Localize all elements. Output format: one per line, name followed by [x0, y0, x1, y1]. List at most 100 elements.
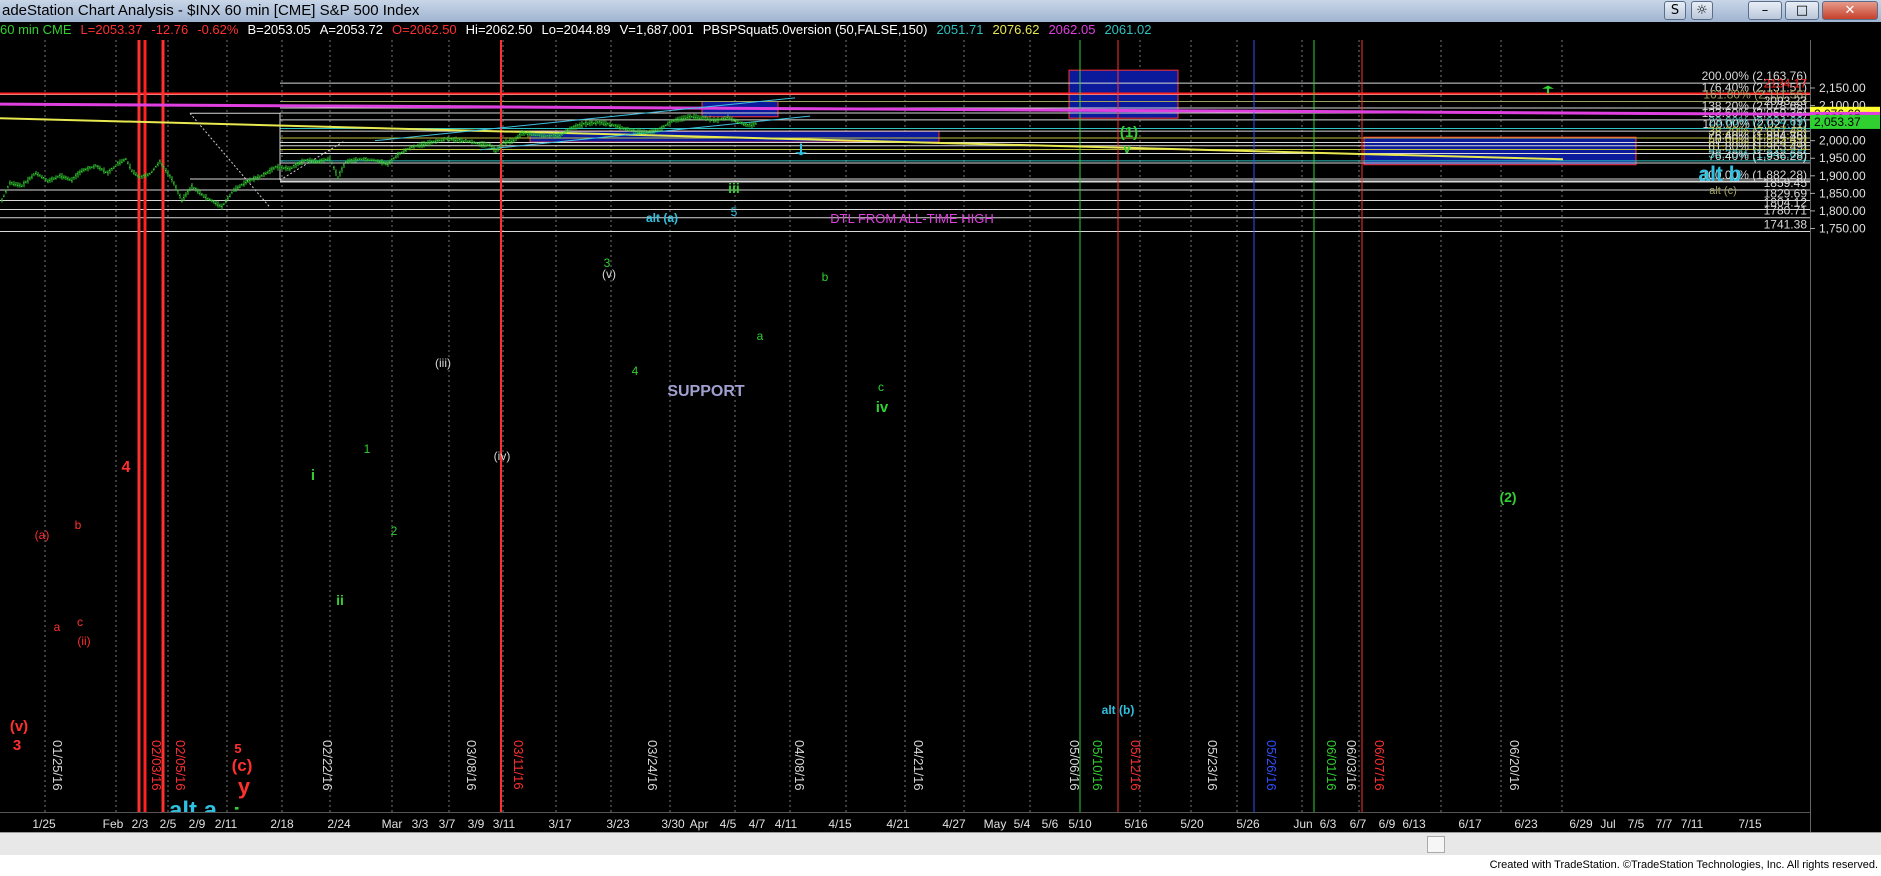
date-tick-label: 4/15	[828, 817, 852, 831]
alt-a-label: alt a	[169, 797, 218, 812]
price-tick-label: 1,800.00	[1819, 204, 1866, 218]
wave-labels: DTL FROM ALL-TIME HIGH SUPPORT alt (a) alt …	[10, 85, 1742, 812]
date-marker-label: 06/01/16	[1324, 740, 1339, 791]
price-chart[interactable]: 200.00% (2,163.76)176.40% (2,131.51)2134…	[0, 40, 1810, 812]
red-4-label: 4	[122, 459, 131, 476]
date-tick-label: 5/4	[1014, 817, 1031, 831]
up-arrow-head	[1542, 85, 1554, 89]
date-tick-label: Mar	[382, 817, 403, 831]
date-tick-label: 5/10	[1068, 817, 1092, 831]
wave-i-label: i	[311, 467, 315, 484]
date-tick-label: 3/17	[548, 817, 572, 831]
wave-c-label: c	[878, 380, 884, 394]
wave-1-label: (1)	[1120, 124, 1138, 141]
date-tick-label: 2/18	[270, 817, 294, 831]
info-change: -12.76	[151, 22, 189, 37]
price-axis-labels: 2,150.002,100.002,050.002,000.001,950.00…	[1810, 81, 1880, 235]
price-tick-label: 2,000.00	[1819, 134, 1866, 148]
date-tick-label: 2/5	[160, 817, 177, 831]
red-b-label: b	[75, 518, 82, 532]
date-tick-label: 3/9	[468, 817, 485, 831]
info-open: O=2062.50	[391, 22, 457, 37]
date-tick-label: 3/23	[606, 817, 630, 831]
date-marker-label: 03/24/16	[645, 740, 660, 791]
last-price-label: 2,053.37	[1814, 115, 1861, 129]
date-marker-label: 06/07/16	[1372, 740, 1387, 791]
wave-ii-label: ii	[336, 592, 344, 608]
wave-4-label: 4	[632, 364, 639, 378]
date-tick-label: 6/29	[1569, 817, 1593, 831]
alt-a-small-label: alt (a)	[646, 211, 678, 225]
date-marker-label: 04/08/16	[792, 740, 807, 791]
copyright-text: Created with TradeStation. ©TradeStation…	[1489, 859, 1878, 871]
date-tick-label: 6/9	[1379, 817, 1396, 831]
wave-iv-label: iv	[876, 399, 889, 416]
info-ask: A=2053.72	[319, 22, 383, 37]
date-marker-label: 04/21/16	[911, 740, 926, 791]
date-tick-label: 2/24	[327, 817, 351, 831]
fib-label: 1780.71	[1764, 204, 1808, 218]
date-tick-label: 7/11	[1681, 817, 1704, 831]
info-high: Hi=2062.50	[465, 22, 533, 37]
horizontal-scrollbar[interactable]	[0, 832, 1881, 855]
wave-v-label: v	[1123, 141, 1131, 156]
wave-a-label: a	[757, 329, 764, 343]
date-marker-label: 03/08/16	[464, 740, 479, 791]
date-tick-label: 3/11	[493, 817, 516, 831]
wave-v-paren-label: (v)	[602, 267, 616, 281]
wave-iv-paren-label: (iv)	[494, 449, 511, 463]
info-symbol: 60 min CME	[0, 22, 72, 37]
gear-icon[interactable]: ☼	[1691, 1, 1713, 20]
info-low: Lo=2044.89	[541, 22, 611, 37]
window-title-bar[interactable]: adeStation Chart Analysis - $INX 60 min …	[0, 0, 1881, 22]
scrollbar-thumb[interactable]	[1427, 836, 1445, 853]
info-value-3: 2062.05	[1048, 22, 1096, 37]
support-label: SUPPORT	[667, 383, 745, 400]
wave-2-label: (2)	[1499, 489, 1516, 505]
date-marker-label: 05/12/16	[1128, 740, 1143, 791]
date-tick-label: 4/11	[775, 817, 798, 831]
close-button[interactable]: ✕	[1822, 1, 1878, 20]
red-a-paren-label: (a)	[35, 528, 50, 542]
date-tick-label: 5/16	[1124, 817, 1148, 831]
info-volume: V=1,687,001	[619, 22, 694, 37]
red-c-paren-label: (c)	[232, 756, 253, 775]
date-tick-label: 6/7	[1350, 817, 1367, 831]
date-tick-label: 2/3	[132, 817, 149, 831]
date-tick-label: 7/7	[1656, 817, 1673, 831]
maximize-button[interactable]: □	[1785, 1, 1819, 20]
iv-big-label: iv	[233, 802, 255, 812]
date-tick-label: 6/3	[1320, 817, 1337, 831]
date-marker-label: 02/22/16	[320, 740, 335, 791]
date-marker-label: 05/26/16	[1264, 740, 1279, 791]
s-button[interactable]: S	[1664, 1, 1686, 20]
info-pct: -0.62%	[197, 22, 239, 37]
minimize-button[interactable]: –	[1748, 1, 1782, 20]
wave-iii-paren-label: (iii)	[435, 356, 451, 370]
footer: Created with TradeStation. ©TradeStation…	[0, 855, 1881, 876]
date-tick-label: 2/11	[215, 817, 238, 831]
price-tick-label: 1,850.00	[1819, 186, 1866, 200]
date-axis-labels: 1/25 Feb 2/3 2/5 2/9 2/11 2/18 2/24 Mar 3/3 3/7 3/9…	[32, 817, 1762, 831]
date-tick-label: 4/21	[886, 817, 910, 831]
dtl-label: DTL FROM ALL-TIME HIGH	[830, 211, 993, 226]
date-tick-label: Jul	[1600, 817, 1615, 831]
price-tick-label: 1,950.00	[1819, 151, 1866, 165]
date-tick-label: Feb	[103, 817, 124, 831]
date-tick-label: 6/23	[1514, 817, 1538, 831]
price-tick-label: 1,900.00	[1819, 169, 1866, 183]
date-tick-label: 7/15	[1738, 817, 1762, 831]
date-tick-label: 3/30	[661, 817, 685, 831]
info-value-4: 2061.02	[1104, 22, 1152, 37]
alt-b-small-label: alt (b)	[1102, 703, 1135, 717]
date-tick-label: 3/3	[412, 817, 429, 831]
alt-c-label: alt (c)	[1709, 185, 1737, 197]
date-tick-label: 4/5	[720, 817, 737, 831]
red-ii-paren-label: (ii)	[77, 634, 90, 648]
red-a-label: a	[54, 620, 61, 634]
date-tick-label: 6/13	[1402, 817, 1426, 831]
fib-label: 1741.38	[1764, 218, 1808, 232]
wave-2-small-label: 2	[391, 524, 398, 538]
fib-label: 76.40% (1,936.28)	[1708, 149, 1807, 163]
price-tick-label: 2,150.00	[1819, 81, 1866, 95]
